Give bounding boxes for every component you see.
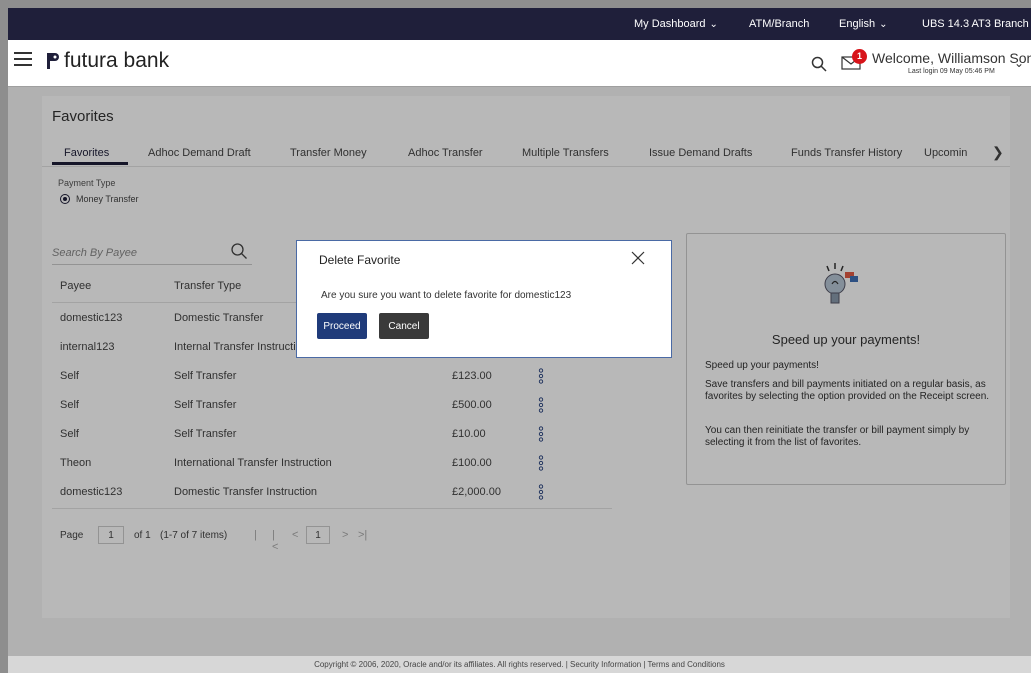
- cancel-button[interactable]: Cancel: [379, 313, 429, 339]
- atm-branch-link[interactable]: ATM/Branch: [749, 18, 809, 30]
- notification-badge[interactable]: 1: [852, 49, 867, 64]
- proceed-button[interactable]: Proceed: [317, 313, 367, 339]
- chevron-down-icon: ⌄: [879, 19, 888, 30]
- menu-icon[interactable]: [14, 52, 32, 70]
- dialog-message: Are you sure you want to delete favorite…: [321, 290, 572, 301]
- close-icon[interactable]: [631, 251, 645, 265]
- language-menu[interactable]: English ⌄: [839, 18, 887, 30]
- futura-logo-icon: [47, 53, 59, 69]
- brand-name: futura bank: [64, 49, 170, 72]
- entity-menu[interactable]: UBS 14.3 AT3 Branch⌄: [922, 18, 1031, 30]
- chevron-down-icon[interactable]: ⌄: [1014, 56, 1024, 70]
- search-icon[interactable]: [811, 56, 827, 72]
- delete-favorite-dialog: Delete Favorite Are you sure you want to…: [296, 240, 672, 358]
- header: futura bank 1 Welcome, Williamson Son1 L…: [8, 40, 1031, 87]
- brand-logo[interactable]: futura bank: [44, 49, 169, 73]
- last-login-text: Last login 09 May 05:46 PM: [908, 68, 995, 75]
- my-dashboard-label: My Dashboard: [634, 18, 706, 30]
- footer: Copyright © 2006, 2020, Oracle and/or it…: [8, 656, 1031, 673]
- language-label: English: [839, 18, 876, 30]
- modal-backdrop: [8, 86, 1031, 656]
- chevron-down-icon: ⌄: [709, 19, 718, 30]
- dialog-title: Delete Favorite: [319, 253, 401, 267]
- top-bar: My Dashboard ⌄ ATM/Branch English ⌄ UBS 14…: [8, 8, 1031, 40]
- my-dashboard-menu[interactable]: My Dashboard ⌄: [634, 18, 718, 30]
- entity-label: UBS 14.3 AT3 Branch: [922, 18, 1029, 30]
- welcome-text[interactable]: Welcome, Williamson Son1: [872, 50, 1031, 66]
